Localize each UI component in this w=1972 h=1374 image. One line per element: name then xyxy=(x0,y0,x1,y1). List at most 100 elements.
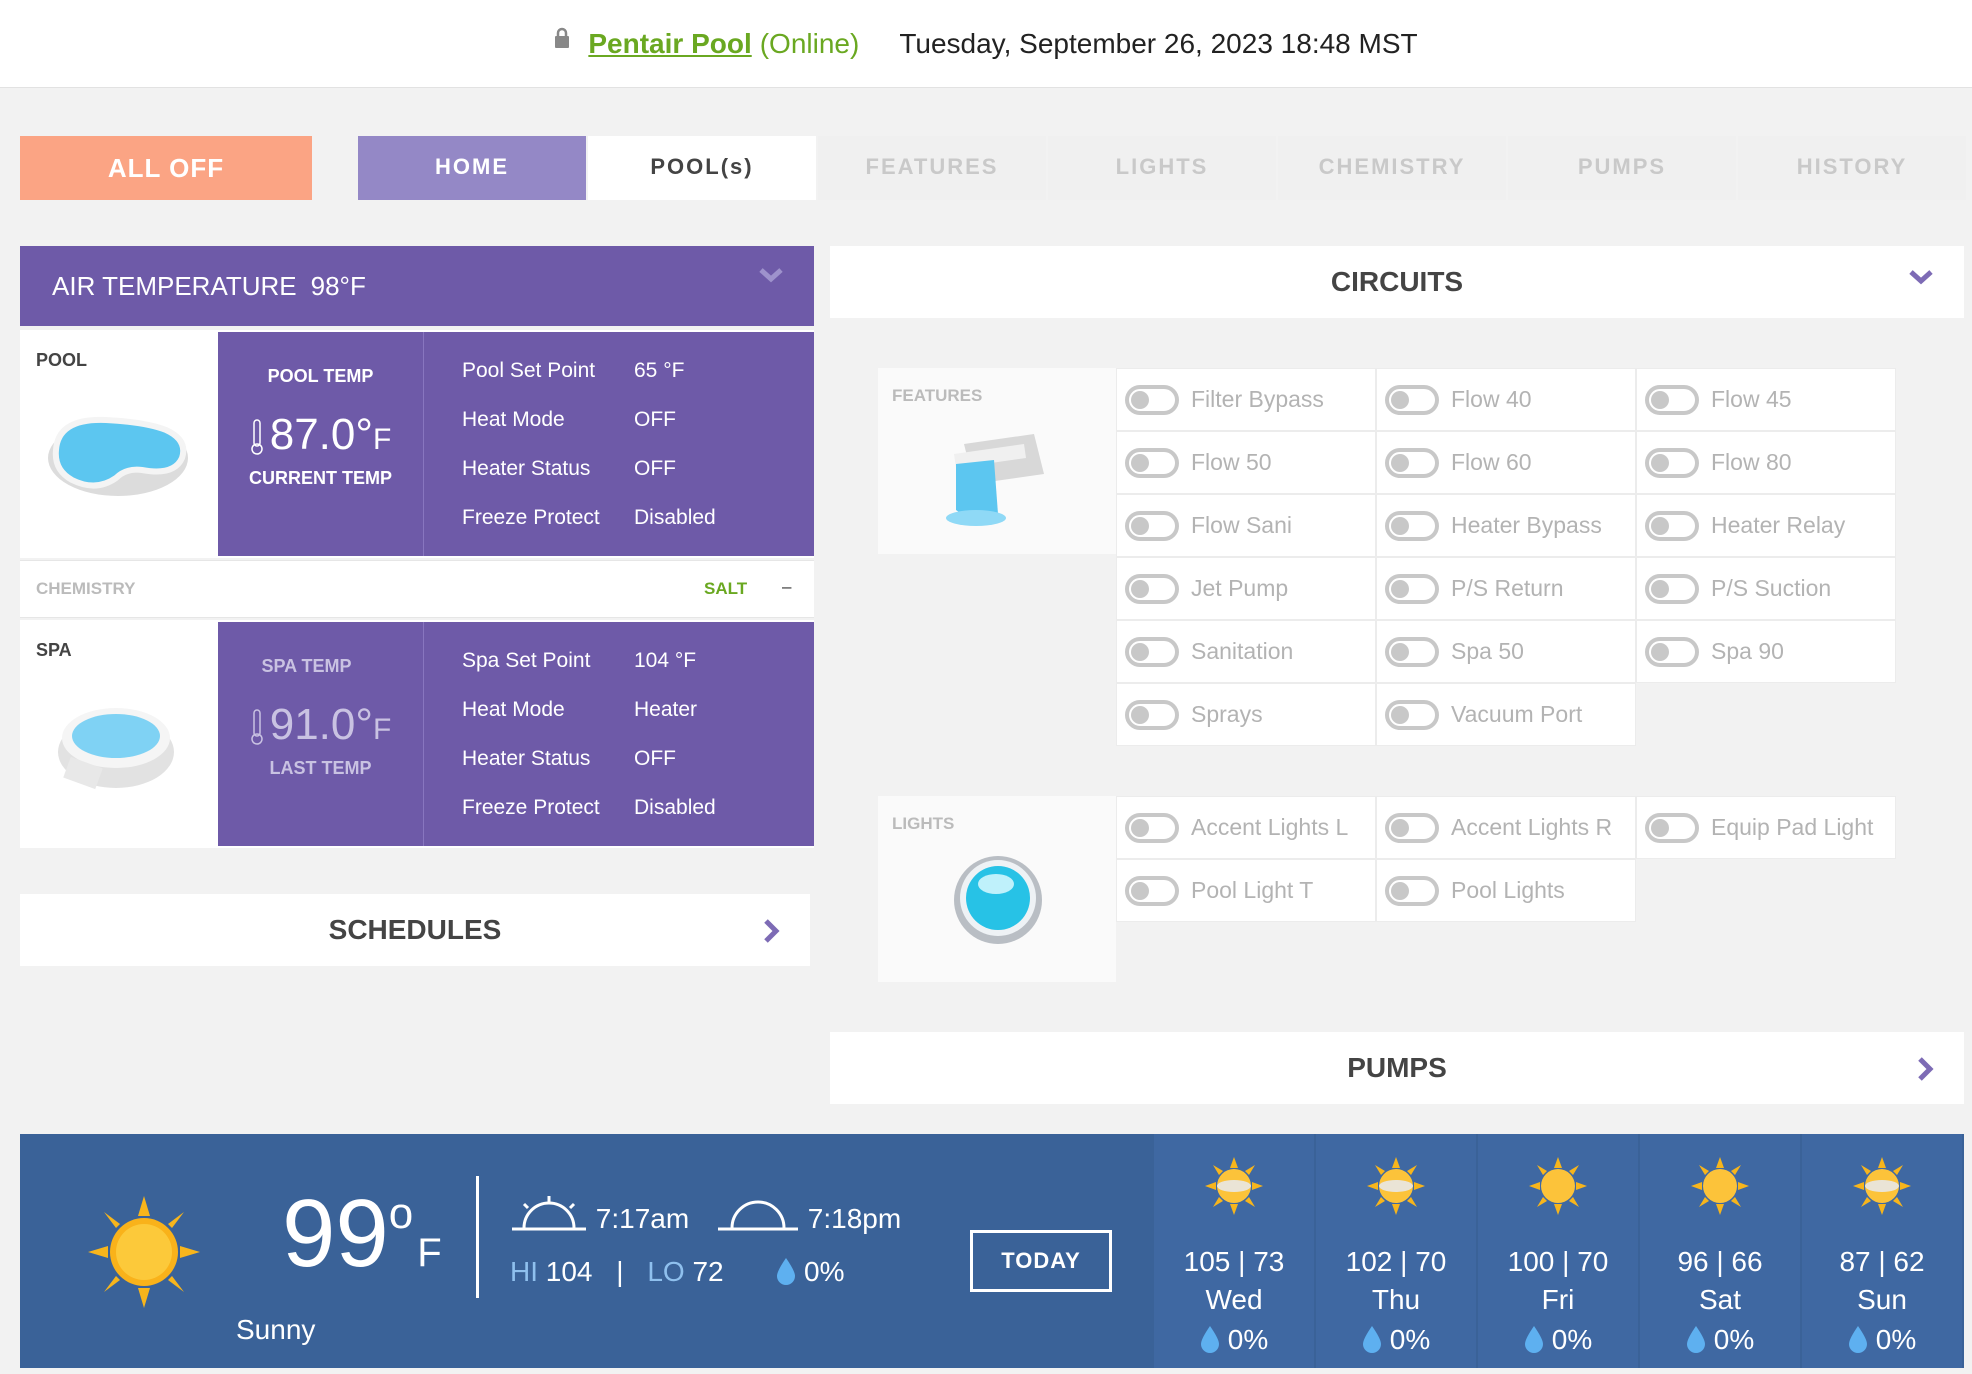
toggle-switch[interactable] xyxy=(1125,573,1179,604)
features-circuit[interactable]: Flow 50 xyxy=(1116,431,1376,494)
features-circuit[interactable]: Spa 90 xyxy=(1636,620,1896,683)
tab-chemistry[interactable]: CHEMISTRY xyxy=(1278,136,1506,200)
toggle-switch[interactable] xyxy=(1125,447,1179,478)
toggle-switch[interactable] xyxy=(1125,636,1179,667)
forecast-precip: 0% xyxy=(1802,1324,1962,1356)
pool-heat-mode-value[interactable]: OFF xyxy=(634,408,676,432)
spa-heat-mode-value[interactable]: Heater xyxy=(634,698,697,722)
circuit-label: Sanitation xyxy=(1191,638,1294,664)
lights-circuit[interactable]: Pool Light T xyxy=(1116,859,1376,922)
circuit-label: Accent Lights L xyxy=(1191,814,1349,840)
lights-circuit[interactable]: Accent Lights R xyxy=(1376,796,1636,859)
lock-icon xyxy=(555,27,570,48)
air-temperature-label: AIR TEMPERATURE xyxy=(52,270,297,301)
toggle-switch[interactable] xyxy=(1385,573,1439,604)
features-circuit[interactable]: Vacuum Port xyxy=(1376,683,1636,746)
schedules-header[interactable]: SCHEDULES xyxy=(20,894,810,966)
chevron-down-icon[interactable] xyxy=(1908,268,1934,286)
tab-features[interactable]: FEATURES xyxy=(818,136,1046,200)
chevron-down-icon[interactable] xyxy=(758,266,784,284)
forecast-day[interactable]: 100 | 70 Fri 0% xyxy=(1478,1134,1638,1368)
features-circuit[interactable]: Flow Sani xyxy=(1116,494,1376,557)
toggle-switch[interactable] xyxy=(1385,636,1439,667)
features-group: FEATURES xyxy=(878,368,1116,554)
toggle-switch[interactable] xyxy=(1125,875,1179,906)
pool-freeze-protect-label: Freeze Protect xyxy=(462,505,600,529)
pumps-header[interactable]: PUMPS xyxy=(830,1032,1964,1104)
tab-pools[interactable]: POOL(s) xyxy=(588,136,816,200)
tab-history[interactable]: HISTORY xyxy=(1738,136,1966,200)
spa-set-point-value[interactable]: 104 °F xyxy=(634,649,696,673)
toggle-switch[interactable] xyxy=(1125,699,1179,730)
partly-sunny-icon xyxy=(1366,1156,1426,1223)
features-circuit[interactable]: Flow 80 xyxy=(1636,431,1896,494)
lights-circuit[interactable]: Accent Lights L xyxy=(1116,796,1376,859)
toggle-switch[interactable] xyxy=(1385,447,1439,478)
pool-set-point-value[interactable]: 65 °F xyxy=(634,359,684,383)
features-group-label: FEATURES xyxy=(892,386,983,405)
forecast-day[interactable]: 96 | 66 Sat 0% xyxy=(1640,1134,1800,1368)
all-off-button[interactable]: ALL OFF xyxy=(20,136,312,200)
forecast-day-name: Sat xyxy=(1698,1284,1742,1315)
lights-circuit[interactable]: Equip Pad Light xyxy=(1636,796,1896,859)
circuit-label: Flow Sani xyxy=(1191,512,1292,538)
sunset: 7:18pm xyxy=(716,1196,901,1239)
features-circuit[interactable]: Filter Bypass xyxy=(1116,368,1376,431)
toggle-switch[interactable] xyxy=(1385,812,1439,843)
pool-heater-status-label: Heater Status xyxy=(462,456,591,480)
circuits-header[interactable]: CIRCUITS xyxy=(830,246,1964,318)
features-circuit[interactable]: Heater Relay xyxy=(1636,494,1896,557)
forecast-day[interactable]: 102 | 70 Thu 0% xyxy=(1316,1134,1476,1368)
circuit-label: Vacuum Port xyxy=(1451,701,1583,727)
toggle-switch[interactable] xyxy=(1645,510,1699,541)
toggle-switch[interactable] xyxy=(1645,384,1699,415)
features-circuit[interactable]: Sprays xyxy=(1116,683,1376,746)
pool-temp-label: POOL TEMP xyxy=(267,366,374,386)
toggle-switch[interactable] xyxy=(1385,384,1439,415)
toggle-switch[interactable] xyxy=(1125,812,1179,843)
features-circuit[interactable]: P/S Suction xyxy=(1636,557,1896,620)
pool-freeze-protect-value: Disabled xyxy=(634,505,716,529)
today-button[interactable]: TODAY xyxy=(970,1230,1112,1292)
features-circuit[interactable]: Flow 45 xyxy=(1636,368,1896,431)
circuit-label: Heater Bypass xyxy=(1451,512,1602,538)
circuit-label: Heater Relay xyxy=(1711,512,1846,538)
spa-temp-label: SPA TEMP xyxy=(261,656,352,676)
weather-panel: 99oF Sunny 7:17am 7:18pm HI 104 | LO 72 … xyxy=(20,1134,1964,1368)
features-circuit[interactable]: Flow 60 xyxy=(1376,431,1636,494)
chevron-right-icon[interactable] xyxy=(1916,1056,1934,1082)
forecast-day[interactable]: 105 | 73 Wed 0% xyxy=(1154,1134,1314,1368)
air-temperature-header[interactable]: AIR TEMPERATURE 98°F xyxy=(20,246,814,326)
pool-name-link[interactable]: Pentair Pool xyxy=(588,28,751,60)
forecast-day[interactable]: 87 | 62 Sun 0% xyxy=(1802,1134,1962,1368)
features-circuit[interactable]: Heater Bypass xyxy=(1376,494,1636,557)
features-circuit[interactable]: Sanitation xyxy=(1116,620,1376,683)
toggle-switch[interactable] xyxy=(1385,699,1439,730)
pool-settings-list: Pool Set Point 65 °F Heat Mode OFF Heater … xyxy=(462,346,716,542)
features-circuit[interactable]: Flow 40 xyxy=(1376,368,1636,431)
lights-circuit[interactable]: Pool Lights xyxy=(1376,859,1636,922)
toggle-switch[interactable] xyxy=(1125,384,1179,415)
tab-home[interactable]: HOME xyxy=(358,136,586,200)
features-circuit[interactable]: P/S Return xyxy=(1376,557,1636,620)
tab-pumps[interactable]: PUMPS xyxy=(1508,136,1736,200)
features-circuit[interactable]: Jet Pump xyxy=(1116,557,1376,620)
toggle-switch[interactable] xyxy=(1645,573,1699,604)
toggle-switch[interactable] xyxy=(1645,812,1699,843)
toggle-switch[interactable] xyxy=(1385,875,1439,906)
toggle-switch[interactable] xyxy=(1645,636,1699,667)
hi-lo: HI 104 | LO 72 xyxy=(510,1256,724,1287)
tab-lights[interactable]: LIGHTS xyxy=(1048,136,1276,200)
pool-temp-panel: POOL TEMP 87.0°F CURRENT TEMP Pool Set P… xyxy=(218,332,814,556)
header-bar: Pentair Pool (Online) Tuesday, September… xyxy=(0,0,1972,88)
toggle-switch[interactable] xyxy=(1125,510,1179,541)
features-circuit[interactable]: Spa 50 xyxy=(1376,620,1636,683)
circuit-label: Accent Lights R xyxy=(1451,814,1613,840)
toggle-switch[interactable] xyxy=(1385,510,1439,541)
toggle-switch[interactable] xyxy=(1645,447,1699,478)
forecast-day-name: Wed xyxy=(1205,1284,1263,1315)
current-temperature: 99oF xyxy=(282,1180,442,1287)
pool-body-panel: POOL POOL TEMP 87.0°F CURRENT TEMP Pool … xyxy=(20,330,814,558)
chevron-right-icon[interactable] xyxy=(762,918,780,944)
pool-light-icon xyxy=(954,856,1042,944)
